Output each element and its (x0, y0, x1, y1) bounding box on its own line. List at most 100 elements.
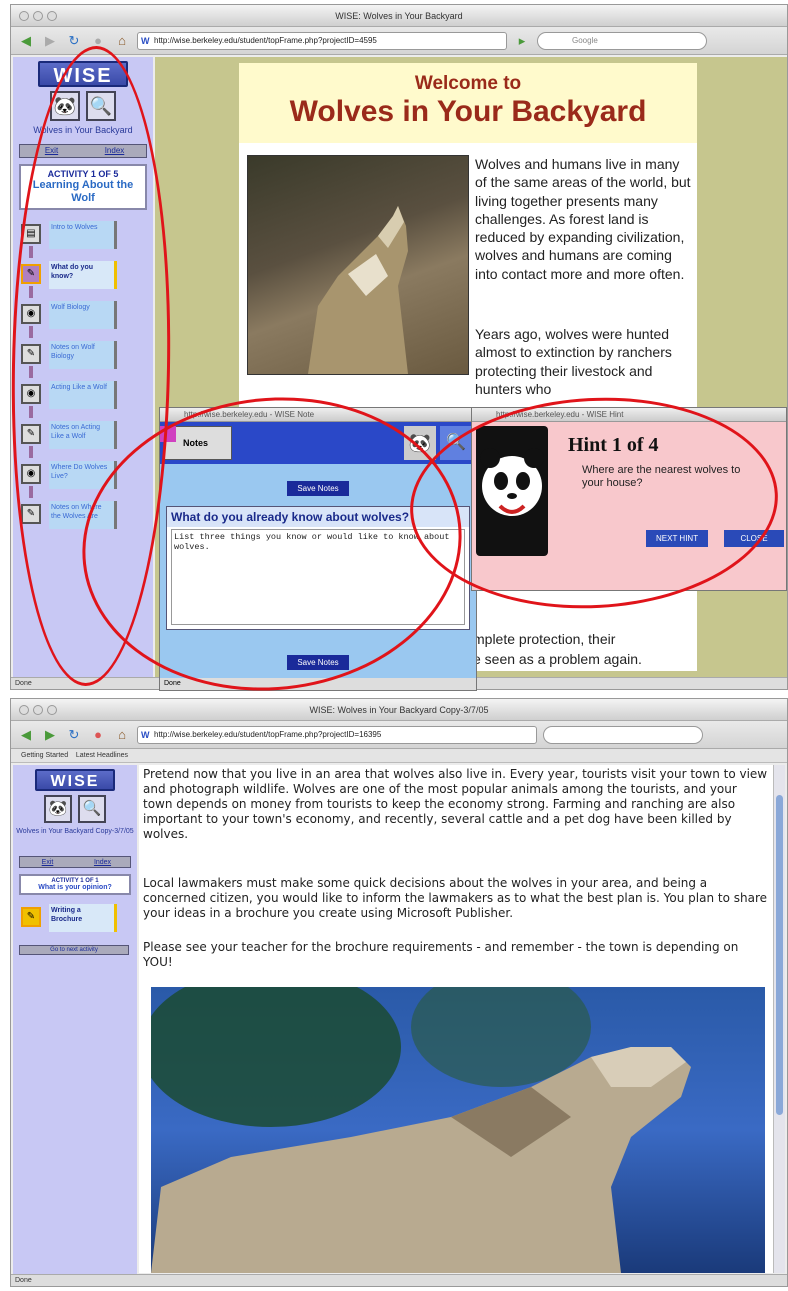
index-link[interactable]: Index (83, 145, 146, 157)
vertical-scrollbar[interactable] (773, 765, 785, 1273)
forward-arrow-icon[interactable]: ▶ (41, 32, 59, 50)
page-heading: Wolves in Your Backyard (289, 95, 647, 128)
notes-popup-window: http://wise.berkeley.edu - WISE Note Not… (159, 407, 477, 691)
window-titlebar[interactable]: WISE: Wolves in Your Backyard (11, 5, 787, 27)
browser-toolbar: ◀ ▶ ↻ ● ⌂ http://wise.berkeley.edu/stude… (11, 721, 787, 749)
bookmarks-bar: Getting Started Latest Headlines (11, 749, 787, 763)
next-activity-button[interactable]: Go to next activity (19, 945, 129, 955)
step-label: Intro to Wolves (49, 221, 117, 249)
activity-name: What is your opinion? (38, 884, 112, 891)
panda-icon (476, 426, 548, 556)
search-field[interactable] (543, 725, 703, 744)
note-icon: ✎ (21, 907, 41, 927)
scenario-paragraph-1: Pretend now that you live in an area tha… (143, 767, 768, 841)
notes-popup-titlebar[interactable]: http://wise.berkeley.edu - WISE Note (160, 408, 476, 422)
scrollbar-thumb[interactable] (776, 795, 783, 1115)
hint-popup-window: http://wise.berkeley.edu - WISE Hint Hin… (471, 407, 787, 591)
welcome-text: Welcome to (414, 73, 522, 94)
activity-box: ACTIVITY 1 OF 1 What is your opinion? (19, 874, 131, 895)
activity-box: ACTIVITY 1 OF 5 Learning About the Wolf (19, 164, 147, 210)
reload-icon[interactable]: ↻ (65, 32, 83, 50)
globe-icon: ◉ (21, 464, 41, 484)
stop-icon[interactable]: ● (89, 32, 107, 50)
panda-icon[interactable]: 🐼 (404, 426, 436, 460)
exit-link[interactable]: Exit (20, 145, 83, 157)
step-label: Notes on Acting Like a Wolf (49, 421, 117, 449)
window-title: WISE: Wolves in Your Backyard (335, 11, 463, 21)
note-textarea[interactable]: List three things you know or would like… (171, 529, 465, 625)
step-list: ▤ Intro to Wolves ✎ What do you know? ◉ Wol… (13, 218, 153, 538)
globe-icon: ◉ (21, 384, 41, 404)
page-header: Welcome to Wolves in Your Backyard (239, 63, 697, 143)
note-panel: What do you already know about wolves? L… (166, 506, 470, 630)
step-item[interactable]: ▤ Intro to Wolves (21, 218, 153, 258)
globe-icon: ◉ (21, 304, 41, 324)
hint-text: Where are the nearest wolves to your hou… (582, 464, 741, 489)
step-item[interactable]: ◉ Acting Like a Wolf (21, 378, 153, 418)
magnifier-icon[interactable]: 🔍 (440, 426, 472, 460)
back-arrow-icon[interactable]: ◀ (17, 726, 35, 744)
hint-popup-titlebar[interactable]: http://wise.berkeley.edu - WISE Hint (472, 408, 786, 422)
text-fragment: e seen as a problem again. (473, 651, 642, 667)
close-hint-button[interactable]: CLOSE (724, 530, 784, 547)
go-arrow-icon[interactable]: ▸ (513, 32, 531, 50)
step-label: Acting Like a Wolf (49, 381, 117, 409)
bookmark-item[interactable]: Latest Headlines (76, 752, 128, 759)
scenario-paragraph-3: Please see your teacher for the brochure… (143, 940, 739, 969)
step-label: Notes on Wolf Biology (49, 341, 117, 369)
hint-popup-url: http://wise.berkeley.edu (496, 410, 580, 419)
address-bar[interactable]: http://wise.berkeley.edu/student/topFram… (137, 725, 537, 744)
traffic-lights[interactable] (19, 705, 57, 715)
hint-heading: Hint 1 of 4 (568, 434, 659, 456)
notes-popup-url: http://wise.berkeley.edu (184, 410, 268, 419)
project-title: Wolves in Your Backyard (33, 125, 133, 135)
wolf-silhouette-icon (151, 987, 691, 1273)
hint-popup-title: WISE Hint (586, 410, 624, 419)
magnifier-icon[interactable]: 🔍 (78, 795, 106, 823)
wolf-silhouette-icon (308, 206, 408, 374)
note-icon: ✎ (21, 264, 41, 284)
step-label: What do you know? (49, 261, 117, 289)
next-hint-button[interactable]: NEXT HINT (646, 530, 709, 547)
panda-icon[interactable]: 🐼 (44, 795, 72, 823)
magnifier-icon[interactable]: 🔍 (86, 91, 116, 121)
reload-icon[interactable]: ↻ (65, 726, 83, 744)
home-icon[interactable]: ⌂ (113, 32, 131, 50)
save-notes-button-bottom[interactable]: Save Notes (287, 655, 349, 670)
note-icon: ✎ (21, 344, 41, 364)
exit-index-bar: Exit Index (19, 856, 131, 868)
step-item-active[interactable]: ✎ Writing a Brochure (21, 901, 137, 941)
step-item[interactable]: ✎ Notes on Acting Like a Wolf (21, 418, 153, 458)
note-icon: ✎ (21, 504, 41, 524)
wise-sidebar: WISE 🐼 🔍 Wolves in Your Backyard Copy-3/… (13, 765, 137, 1275)
step-item[interactable]: ◉ Wolf Biology (21, 298, 153, 338)
step-label: Wolf Biology (49, 301, 117, 329)
exit-link[interactable]: Exit (20, 857, 75, 867)
stop-icon[interactable]: ● (89, 726, 107, 744)
exit-index-bar: Exit Index (19, 144, 147, 158)
panda-icon[interactable]: 🐼 (50, 91, 80, 121)
save-notes-button-top[interactable]: Save Notes (287, 481, 349, 496)
window-title: WISE: Wolves in Your Backyard Copy-3/7/0… (309, 705, 489, 715)
notes-popup-title: WISE Note (274, 410, 315, 419)
traffic-lights[interactable] (19, 11, 57, 21)
step-label: Where Do Wolves Live? (49, 461, 117, 489)
index-link[interactable]: Index (75, 857, 130, 867)
step-item-active[interactable]: ✎ What do you know? (21, 258, 153, 298)
bookmark-item[interactable]: Getting Started (21, 752, 68, 759)
text-fragment: mplete protection, their (473, 631, 616, 647)
project-title: Wolves in Your Backyard Copy-3/7/05 (16, 828, 134, 835)
forward-arrow-icon[interactable]: ▶ (41, 726, 59, 744)
search-field[interactable]: Google (537, 31, 707, 50)
window-titlebar[interactable]: WISE: Wolves in Your Backyard Copy-3/7/0… (11, 699, 787, 721)
back-arrow-icon[interactable]: ◀ (17, 32, 35, 50)
step-item[interactable]: ◉ Where Do Wolves Live? (21, 458, 153, 498)
wolf-howling-photo (247, 155, 469, 375)
note-question: What do you already know about wolves? (167, 507, 469, 527)
step-item[interactable]: ✎ Notes on Wolf Biology (21, 338, 153, 378)
page-icon: ▤ (21, 224, 41, 244)
intro-paragraph-2: Years ago, wolves were hunted almost to … (475, 326, 672, 397)
home-icon[interactable]: ⌂ (113, 726, 131, 744)
step-item[interactable]: ✎ Notes on Where the Wolves Are (21, 498, 153, 538)
address-bar[interactable]: http://wise.berkeley.edu/student/topFram… (137, 31, 507, 50)
